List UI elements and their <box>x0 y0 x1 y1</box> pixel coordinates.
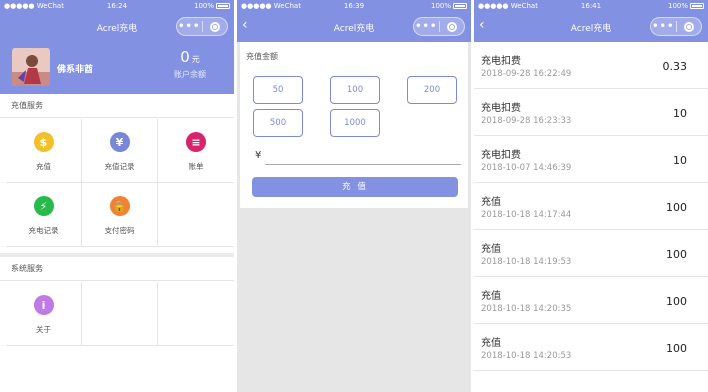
balance-display[interactable]: 0元 账户余额 <box>174 48 206 80</box>
amount-option-200[interactable]: 200 <box>407 76 457 104</box>
record-amount: 100 <box>666 248 687 261</box>
list-item[interactable]: 充值 2018-10-18 14:19:53 100 <box>474 230 708 277</box>
battery-indicator: 100% <box>431 2 467 10</box>
lock-icon: 🔒 <box>109 196 130 216</box>
record-datetime: 2018-09-28 16:23:33 <box>481 116 572 126</box>
amount-option-100[interactable]: 100 <box>330 76 380 104</box>
recharge-screen: ●●●●● WeChat 16:39 100% ‹ Acrel充电 ••• 充值… <box>237 0 471 392</box>
service-receipt[interactable]: ¥ 充值记录 <box>82 119 158 183</box>
record-title: 充值 <box>481 244 501 255</box>
record-title: 充电扣费 <box>481 150 521 161</box>
amount-option-50[interactable]: 50 <box>253 76 303 104</box>
bill-icon: ≡ <box>186 132 206 152</box>
status-bar: ●●●●● WeChat 16:41 100% <box>474 0 708 12</box>
avatar[interactable] <box>12 48 50 86</box>
record-title: 充值 <box>481 338 501 349</box>
record-title: 充电扣费 <box>481 56 521 67</box>
service-info[interactable]: i 关于 <box>6 282 82 346</box>
system-grid: i 关于 <box>6 282 234 346</box>
record-datetime: 2018-10-18 14:20:53 <box>481 351 572 361</box>
service-label: 支付密码 <box>104 226 135 235</box>
amount-option-1000[interactable]: 1000 <box>330 109 380 137</box>
empty-cell <box>158 183 234 247</box>
balance-value: 0 <box>180 48 190 66</box>
recharge-submit-button[interactable]: 充 值 <box>252 177 458 197</box>
list-item[interactable]: 充值 2018-10-18 14:20:53 100 <box>474 324 708 371</box>
empty-cell <box>158 282 234 346</box>
record-datetime: 2018-10-18 14:20:35 <box>481 304 572 314</box>
service-lock[interactable]: 🔒 支付密码 <box>82 183 158 247</box>
list-item[interactable]: 充电扣费 2018-09-28 16:23:33 10 <box>474 89 708 136</box>
status-bar: ●●●●● WeChat 16:39 100% <box>237 0 471 12</box>
record-amount: 10 <box>673 154 687 167</box>
status-bar: ●●●●● WeChat 16:24 100% <box>0 0 234 12</box>
battery-percent: 100% <box>667 2 688 10</box>
username: 佛系非酋 <box>57 65 94 75</box>
nav-bar: Acrel充电 ••• <box>0 12 234 42</box>
mini-program-capsule: ••• <box>413 17 465 36</box>
record-title: 充值 <box>481 197 501 208</box>
records-screen: ●●●●● WeChat 16:41 100% ‹ Acrel充电 ••• 充电… <box>474 0 708 392</box>
currency-symbol: ¥ <box>255 150 262 161</box>
balance-unit: 元 <box>191 55 200 64</box>
record-amount: 10 <box>673 107 687 120</box>
mini-program-capsule: ••• <box>176 17 228 36</box>
more-icon[interactable]: ••• <box>651 18 676 35</box>
mini-program-capsule: ••• <box>650 17 702 36</box>
battery-indicator: 100% <box>668 2 704 10</box>
battery-icon <box>216 3 230 9</box>
home-screen: ●●●●● WeChat 16:24 100% Acrel充电 ••• 佛系非酋… <box>0 0 234 392</box>
nav-bar: ‹ Acrel充电 ••• <box>237 12 471 42</box>
service-label: 关于 <box>36 325 51 334</box>
record-amount: 0.33 <box>662 60 688 73</box>
balance-label: 账户余额 <box>174 70 206 79</box>
battery-percent: 100% <box>193 2 214 10</box>
record-amount: 100 <box>666 342 687 355</box>
close-icon[interactable] <box>440 21 465 32</box>
list-item[interactable]: 充值 2018-10-18 14:20:35 100 <box>474 277 708 324</box>
more-icon[interactable]: ••• <box>177 18 202 35</box>
record-list: 充电扣费 2018-09-28 16:22:49 0.33 充电扣费 2018-09-2… <box>474 42 708 371</box>
record-amount: 100 <box>666 295 687 308</box>
service-label: 充值 <box>36 162 51 171</box>
system-services-title: 系统服务 <box>0 257 234 281</box>
record-amount: 100 <box>666 201 687 214</box>
record-datetime: 2018-10-18 14:17:44 <box>481 210 572 220</box>
record-title: 充电扣费 <box>481 103 521 114</box>
service-label: 充电记录 <box>28 226 59 235</box>
service-grid: $ 充值 ¥ 充值记录 ≡ 账单 ⚡ 充电记录 🔒 支付密码 <box>6 119 234 247</box>
close-icon[interactable] <box>677 21 702 32</box>
list-item[interactable]: 充电扣费 2018-09-28 16:22:49 0.33 <box>474 42 708 89</box>
battery-indicator: 100% <box>194 2 230 10</box>
record-datetime: 2018-09-28 16:22:49 <box>481 69 572 79</box>
money-bag-icon: $ <box>33 132 54 152</box>
battery-icon <box>690 3 704 9</box>
profile-header: 佛系非酋 0元 账户余额 <box>0 42 234 94</box>
custom-amount-input[interactable] <box>265 149 461 165</box>
service-lightning[interactable]: ⚡ 充电记录 <box>6 183 82 247</box>
service-bill[interactable]: ≡ 账单 <box>158 119 234 183</box>
service-label: 充值记录 <box>104 162 135 171</box>
service-money-bag[interactable]: $ 充值 <box>6 119 82 183</box>
record-datetime: 2018-10-07 14:46:39 <box>481 163 572 173</box>
service-label: 账单 <box>188 162 204 171</box>
info-icon: i <box>33 295 54 315</box>
battery-percent: 100% <box>430 2 451 10</box>
nav-bar: ‹ Acrel充电 ••• <box>474 12 708 42</box>
more-icon[interactable]: ••• <box>414 18 439 35</box>
empty-cell <box>82 282 158 346</box>
receipt-icon: ¥ <box>109 132 130 152</box>
recharge-card: 充值金额 50 100 200 500 1000 ¥ 充 值 <box>240 42 468 208</box>
lightning-icon: ⚡ <box>33 196 54 216</box>
list-item[interactable]: 充值 2018-10-18 14:17:44 100 <box>474 183 708 230</box>
list-item[interactable]: 充电扣费 2018-10-07 14:46:39 10 <box>474 136 708 183</box>
record-datetime: 2018-10-18 14:19:53 <box>481 257 572 267</box>
charge-services-title: 充值服务 <box>0 94 234 118</box>
recharge-amount-title: 充值金额 <box>246 52 278 61</box>
record-title: 充值 <box>481 291 501 302</box>
amount-option-500[interactable]: 500 <box>253 109 303 137</box>
close-icon[interactable] <box>203 21 228 32</box>
battery-icon <box>453 3 467 9</box>
